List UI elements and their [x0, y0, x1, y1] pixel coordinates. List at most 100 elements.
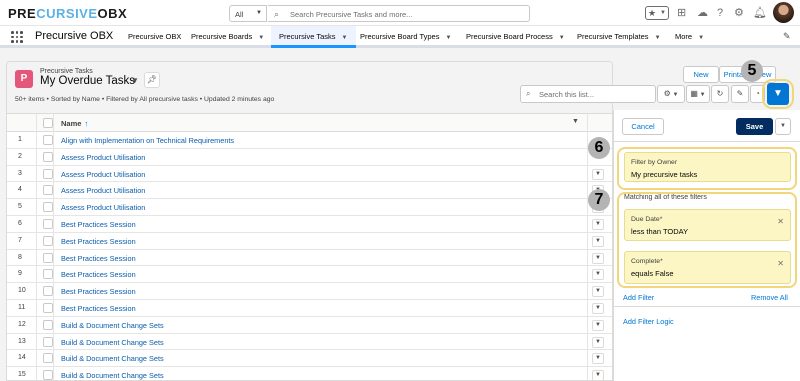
cancel-button[interactable]: Cancel	[622, 118, 664, 135]
gear-icon[interactable]: ⚙	[734, 6, 744, 20]
avatar[interactable]	[773, 2, 794, 23]
row-checkbox[interactable]	[43, 269, 53, 280]
task-name-link[interactable]: Best Practices Session	[61, 254, 136, 263]
chevron-down-icon[interactable]: ▼	[258, 35, 264, 41]
search-scope-select[interactable]: All ▼	[229, 5, 267, 22]
task-name-link[interactable]: Assess Product Utilisation	[61, 170, 145, 179]
list-view-name[interactable]: My Overdue Tasks	[40, 75, 135, 87]
row-actions-button[interactable]: ▼	[592, 336, 604, 348]
remove-all-link[interactable]: Remove All	[751, 293, 788, 302]
list-search-input[interactable]: ⌕ Search this list...	[520, 85, 656, 103]
row-actions-button[interactable]: ▼	[592, 353, 604, 365]
row-checkbox[interactable]	[43, 135, 53, 145]
row-actions-button[interactable]: ▼	[592, 286, 604, 298]
chevron-down-icon[interactable]: ▼	[698, 35, 704, 41]
select-all-checkbox[interactable]	[43, 118, 53, 128]
table-row[interactable]: 14 Build & Document Change Sets ▼	[7, 350, 612, 368]
nav-item-precursive-boards[interactable]: Precursive Boards ▼	[191, 26, 264, 48]
task-name-link[interactable]: Assess Product Utilisation	[61, 203, 145, 212]
task-name-link[interactable]: Best Practices Session	[61, 237, 136, 246]
row-checkbox[interactable]	[43, 319, 53, 330]
table-row[interactable]: 6 Best Practices Session ▼	[7, 216, 612, 233]
column-header-name[interactable]: Name ↑	[61, 119, 88, 128]
table-row[interactable]: 13 Build & Document Change Sets ▼	[7, 333, 612, 351]
pin-icon[interactable]: 📌︎	[144, 72, 160, 88]
app-logo[interactable]: PRECURSIVEOBX	[8, 6, 127, 21]
task-name-link[interactable]: Best Practices Session	[61, 220, 136, 229]
table-row[interactable]: 1 Align with Implementation on Technical …	[7, 132, 612, 149]
table-row[interactable]: 3 Assess Product Utilisation ▼	[7, 165, 612, 183]
global-search-input[interactable]: ⌕ Search Precursive Tasks and more...	[268, 5, 530, 22]
row-checkbox[interactable]	[43, 151, 53, 162]
task-name-link[interactable]: Assess Product Utilisation	[61, 153, 145, 162]
task-name-link[interactable]: Best Practices Session	[61, 270, 136, 279]
table-row[interactable]: 2 Assess Product Utilisation	[7, 148, 612, 166]
task-name-link[interactable]: Build & Document Change Sets	[61, 371, 164, 380]
favorites-button[interactable]: ★ ▼	[645, 6, 669, 20]
task-name-link[interactable]: Assess Product Utilisation	[61, 186, 145, 195]
task-name-link[interactable]: Build & Document Change Sets	[61, 321, 164, 330]
table-row[interactable]: 11 Best Practices Session ▼	[7, 300, 612, 317]
list-settings-button[interactable]: ⚙ ▼	[657, 85, 685, 103]
chevron-down-icon[interactable]: ▼	[655, 35, 661, 41]
chevron-down-icon[interactable]: ▼	[572, 118, 579, 125]
pencil-icon[interactable]: ✎	[783, 31, 791, 42]
row-checkbox[interactable]	[43, 370, 53, 380]
row-checkbox[interactable]	[43, 202, 53, 213]
row-checkbox[interactable]	[43, 252, 53, 263]
chevron-down-icon[interactable]: ▼	[559, 35, 565, 41]
row-checkbox[interactable]	[43, 168, 53, 179]
chevron-down-icon[interactable]: ▼	[131, 76, 139, 85]
table-row[interactable]: 15 Build & Document Change Sets ▼	[7, 367, 612, 380]
save-options-button[interactable]: ▼	[775, 118, 791, 135]
table-row[interactable]: 8 Best Practices Session ▼	[7, 249, 612, 267]
table-row[interactable]: 10 Best Practices Session ▼	[7, 283, 612, 300]
table-row[interactable]: 7 Best Practices Session ▼	[7, 232, 612, 250]
refresh-button[interactable]: ↻	[711, 85, 729, 103]
row-checkbox[interactable]	[43, 235, 53, 246]
nav-item-precursive-board-types[interactable]: Precursive Board Types ▼	[360, 26, 451, 48]
table-row[interactable]: 4Assess Product Utilisation▼	[7, 182, 612, 200]
row-checkbox[interactable]	[43, 336, 53, 347]
row-actions-button[interactable]: ▼	[592, 235, 604, 247]
new-button[interactable]: New	[683, 66, 719, 83]
help-icon[interactable]: ?	[717, 6, 723, 20]
display-as-button[interactable]: ▦ ▼	[686, 85, 710, 103]
row-actions-button[interactable]: ▼	[592, 269, 604, 281]
nav-item-precursive-templates[interactable]: Precursive Templates ▼	[577, 26, 661, 48]
row-checkbox[interactable]	[43, 353, 53, 364]
nav-item-precursive-tasks[interactable]: Precursive Tasks ▼	[271, 26, 356, 48]
table-row[interactable]: 9 Best Practices Session ▼	[7, 266, 612, 284]
add-filter-logic-link[interactable]: Add Filter Logic	[623, 317, 674, 326]
task-name-link[interactable]: Build & Document Change Sets	[61, 354, 164, 363]
row-actions-button[interactable]: ▼	[592, 252, 604, 264]
row-checkbox[interactable]	[43, 303, 53, 313]
trailhead-icon[interactable]: ☁	[697, 6, 708, 20]
row-actions-button[interactable]: ▼	[592, 168, 604, 180]
row-checkbox[interactable]	[43, 185, 53, 196]
edit-button[interactable]: ✎	[731, 85, 749, 103]
task-name-link[interactable]: Align with Implementation on Technical R…	[61, 136, 234, 145]
row-actions-button[interactable]: ▼	[592, 303, 604, 314]
row-checkbox[interactable]	[43, 219, 53, 229]
save-button[interactable]: Save	[736, 118, 773, 135]
table-row[interactable]: 12 Build & Document Change Sets ▼	[7, 316, 612, 334]
task-name-link[interactable]: Best Practices Session	[61, 304, 136, 313]
nav-item-precursive-board-process[interactable]: Precursive Board Process ▼	[466, 26, 565, 48]
row-actions-button[interactable]: ▼	[592, 219, 604, 230]
add-icon[interactable]: ⊞	[677, 6, 686, 20]
table-row[interactable]: 5Assess Product Utilisation▼	[7, 199, 612, 216]
chevron-down-icon[interactable]: ▼	[342, 35, 348, 41]
app-launcher-icon[interactable]	[11, 31, 23, 43]
row-checkbox[interactable]	[43, 286, 53, 297]
task-name-link[interactable]: Build & Document Change Sets	[61, 338, 164, 347]
bell-icon[interactable]: 🔔︎	[753, 6, 767, 20]
filter-toggle-button[interactable]: ▼	[767, 83, 789, 105]
row-actions-button[interactable]: ▼	[592, 319, 604, 331]
add-filter-link[interactable]: Add Filter	[623, 293, 654, 302]
task-name-link[interactable]: Best Practices Session	[61, 287, 136, 296]
nav-item-precursive-obx[interactable]: Precursive OBX	[128, 26, 181, 48]
chevron-down-icon[interactable]: ▼	[445, 35, 451, 41]
nav-item-more[interactable]: More ▼	[675, 26, 704, 48]
row-actions-button[interactable]: ▼	[592, 370, 604, 380]
